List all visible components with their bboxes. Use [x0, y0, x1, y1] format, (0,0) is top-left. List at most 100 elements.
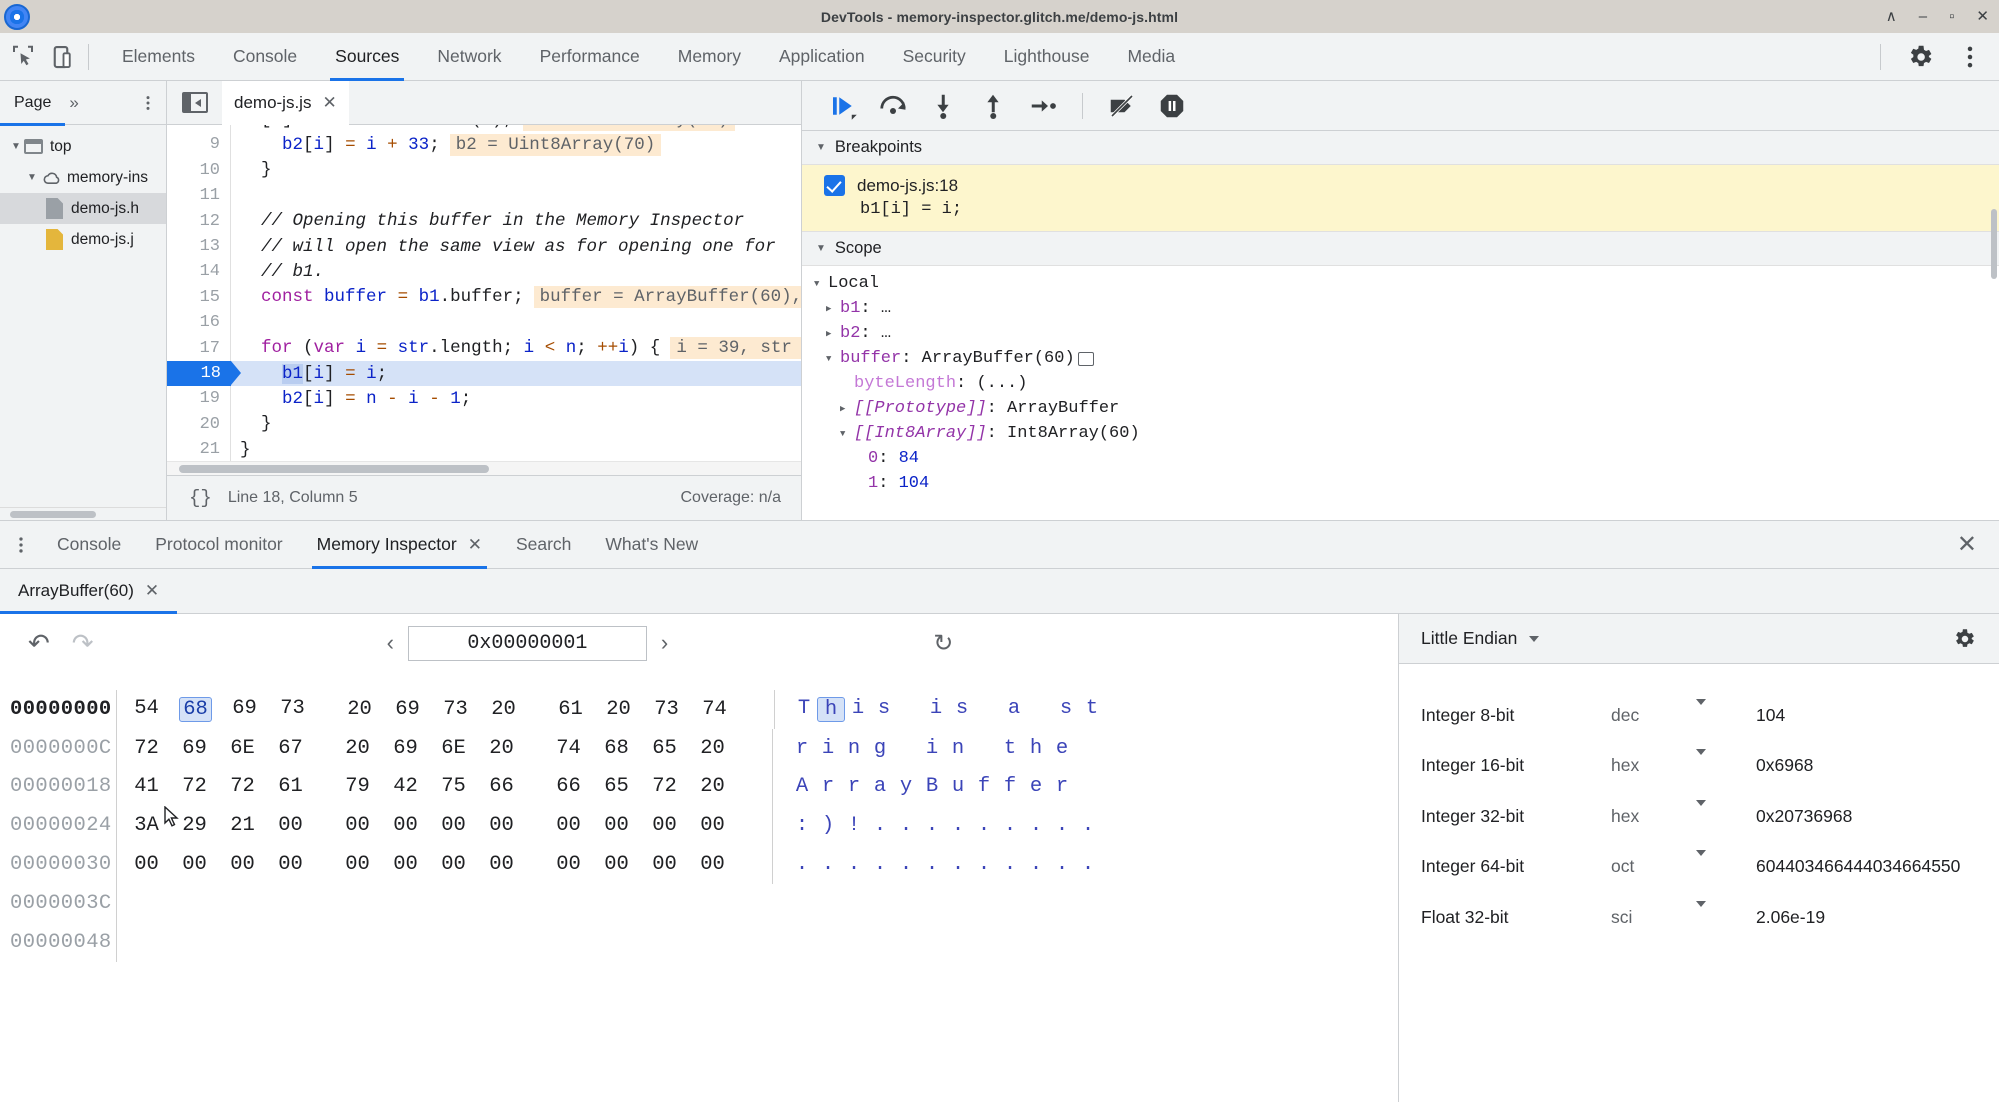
step-over-icon[interactable] — [878, 91, 908, 121]
step-out-icon[interactable] — [978, 91, 1008, 121]
hex-byte[interactable]: 42 — [390, 775, 421, 798]
ascii-char[interactable]: ) — [815, 814, 841, 837]
hex-byte[interactable]: 00 — [342, 814, 373, 837]
ascii-char[interactable]: . — [919, 853, 945, 876]
breakpoints-section-header[interactable]: ▼ Breakpoints — [802, 131, 1999, 165]
tab-lighthouse[interactable]: Lighthouse — [985, 33, 1109, 81]
debugger-scrollbar[interactable] — [1991, 209, 1997, 279]
show-navigator-icon[interactable] — [182, 92, 208, 113]
hex-byte[interactable]: 20 — [697, 737, 728, 760]
hex-byte[interactable]: 29 — [179, 814, 210, 837]
chevron-right-icon[interactable]: ▶ — [826, 304, 840, 314]
navigator-horizontal-scrollbar[interactable] — [0, 507, 166, 520]
hex-byte[interactable]: 74 — [699, 698, 730, 721]
hex-byte[interactable]: 66 — [553, 775, 584, 798]
scope-row-index-1[interactable]: 1: 104 — [802, 471, 1999, 496]
redo-icon[interactable]: ↷ — [72, 628, 94, 659]
refresh-icon[interactable]: ↻ — [933, 629, 953, 658]
close-icon[interactable]: ✕ — [1976, 9, 1989, 24]
hex-byte[interactable]: 79 — [342, 775, 373, 798]
ascii-char[interactable] — [1027, 697, 1053, 722]
undo-icon[interactable]: ↶ — [28, 628, 50, 659]
ascii-char[interactable]: . — [997, 853, 1023, 876]
ascii-char[interactable]: . — [1075, 814, 1101, 837]
pretty-print-icon[interactable]: {} — [189, 487, 212, 509]
ascii-char[interactable]: ! — [841, 814, 867, 837]
hex-byte[interactable]: 00 — [179, 853, 210, 876]
hex-byte[interactable]: 69 — [179, 737, 210, 760]
ascii-char[interactable]: s — [949, 697, 975, 722]
chevron-right-icon[interactable]: ▶ — [840, 404, 854, 414]
hex-byte[interactable]: 00 — [227, 853, 258, 876]
chevron-down-icon[interactable]: ▼ — [24, 172, 40, 183]
tab-performance[interactable]: Performance — [521, 33, 659, 81]
chevron-down-icon[interactable] — [1529, 635, 1540, 642]
value-format[interactable]: hex — [1611, 755, 1696, 776]
ascii-char[interactable]: r — [815, 775, 841, 798]
line-number-breakpoint[interactable]: 18 — [167, 360, 231, 387]
hex-byte[interactable]: 65 — [649, 737, 680, 760]
scrollbar-thumb[interactable] — [179, 465, 489, 473]
ascii-char[interactable]: i — [845, 697, 871, 722]
next-page-icon[interactable]: › — [661, 630, 668, 656]
ascii-char[interactable] — [897, 697, 923, 722]
inspect-element-icon[interactable] — [8, 42, 38, 72]
ascii-char[interactable]: . — [945, 853, 971, 876]
value-format[interactable]: oct — [1611, 856, 1696, 877]
hex-byte[interactable]: 41 — [131, 775, 162, 798]
hex-byte[interactable]: 69 — [392, 698, 423, 721]
hex-byte[interactable]: 00 — [601, 814, 632, 837]
hex-byte[interactable]: 20 — [603, 698, 634, 721]
ascii-char[interactable]: t — [997, 737, 1023, 760]
editor-tab-demo-js-js[interactable]: demo-js.js ✕ — [222, 80, 349, 125]
ascii-char[interactable]: n — [841, 737, 867, 760]
ascii-char[interactable]: . — [815, 853, 841, 876]
hex-byte[interactable]: 6E — [438, 737, 469, 760]
hex-byte[interactable]: 00 — [438, 853, 469, 876]
step-icon[interactable] — [1028, 91, 1058, 121]
tab-application[interactable]: Application — [760, 33, 884, 81]
tree-item-top[interactable]: ▼ top — [0, 131, 166, 162]
close-icon[interactable]: ✕ — [145, 581, 159, 601]
ascii-char[interactable]: . — [945, 814, 971, 837]
ascii-char[interactable]: : — [789, 814, 815, 837]
hex-byte[interactable]: 73 — [440, 698, 471, 721]
hex-byte[interactable]: 72 — [227, 775, 258, 798]
ascii-char[interactable]: y — [893, 775, 919, 798]
value-inspector-settings-icon[interactable] — [1951, 626, 1977, 652]
tab-network[interactable]: Network — [418, 33, 520, 81]
ascii-char[interactable] — [975, 697, 1001, 722]
hex-byte[interactable]: 67 — [275, 737, 306, 760]
chevron-down-icon[interactable]: ▼ — [816, 142, 826, 153]
ascii-char[interactable]: i — [923, 697, 949, 722]
scope-row-bytelength[interactable]: byteLength: (...) — [802, 371, 1999, 396]
hex-byte[interactable]: 69 — [390, 737, 421, 760]
chevron-down-icon[interactable]: ▼ — [840, 429, 854, 439]
ascii-char[interactable] — [1075, 775, 1101, 798]
chevron-down-icon[interactable] — [1696, 900, 1756, 928]
hex-byte-selected[interactable]: 68 — [179, 696, 212, 722]
hex-byte[interactable]: 61 — [275, 775, 306, 798]
more-options-icon[interactable] — [1955, 42, 1985, 72]
drawer-tab-console[interactable]: Console — [40, 521, 138, 569]
hex-byte[interactable]: 00 — [275, 853, 306, 876]
scope-section-header[interactable]: ▼ Scope — [802, 232, 1999, 266]
scope-row-index-0[interactable]: 0: 84 — [802, 446, 1999, 471]
settings-gear-icon[interactable] — [1905, 42, 1935, 72]
scope-row-prototype[interactable]: ▶ [[Prototype]]: ArrayBuffer — [802, 396, 1999, 421]
hex-byte[interactable]: 00 — [697, 853, 728, 876]
chevron-down-icon[interactable]: ▼ — [8, 141, 24, 152]
ascii-char[interactable]: . — [867, 853, 893, 876]
ascii-char[interactable]: . — [1049, 814, 1075, 837]
ascii-char[interactable]: . — [893, 853, 919, 876]
scope-row-int8array[interactable]: ▼ [[Int8Array]]: Int8Array(60) — [802, 421, 1999, 446]
minimize-icon[interactable]: – — [1919, 9, 1927, 24]
drawer-tab-memory-inspector[interactable]: Memory Inspector ✕ — [300, 521, 499, 569]
memory-inspector-tab-arraybuffer[interactable]: ArrayBuffer(60) ✕ — [0, 568, 178, 614]
chevron-down-icon[interactable]: ▼ — [816, 243, 826, 254]
hex-byte[interactable]: 00 — [649, 814, 680, 837]
tab-media[interactable]: Media — [1108, 33, 1194, 81]
value-format[interactable]: hex — [1611, 806, 1696, 827]
hex-byte[interactable]: 21 — [227, 814, 258, 837]
tab-elements[interactable]: Elements — [103, 33, 214, 81]
